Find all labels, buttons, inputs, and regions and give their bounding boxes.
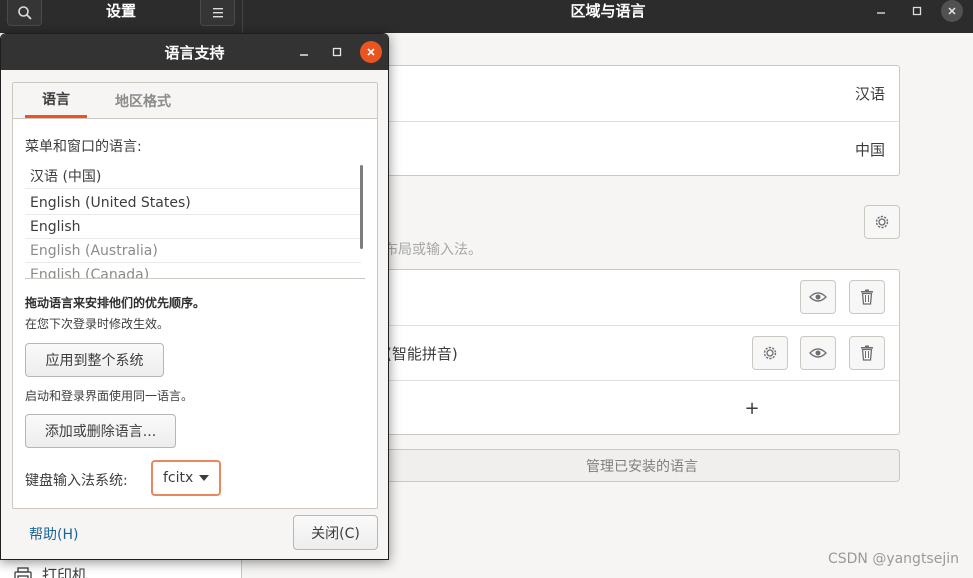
list-item[interactable]: English (United States): [25, 191, 361, 215]
list-item[interactable]: English (Australia): [25, 239, 361, 263]
tab-bar: 语言 地区格式: [13, 83, 377, 119]
eye-icon: [809, 348, 827, 358]
sidebar-item-label: 打印机: [42, 566, 88, 578]
settings-headerbar: 设置 区域与语言: [0, 0, 973, 33]
dialog-titlebar[interactable]: 语言支持: [1, 34, 388, 70]
tab-language[interactable]: 语言: [25, 83, 87, 118]
add-input-source-row[interactable]: +: [384, 381, 899, 435]
minimize-icon: [300, 54, 308, 56]
minimize-icon: [877, 12, 885, 14]
language-list[interactable]: 汉语 (中国) English (United States) English …: [25, 163, 365, 279]
trash-icon: [861, 345, 873, 361]
dialog-maximize-button[interactable]: [329, 44, 345, 60]
preview-layout-button[interactable]: [800, 280, 836, 314]
trash-icon: [861, 289, 873, 305]
language-row[interactable]: 汉语: [384, 66, 899, 121]
input-method-value: fcitx: [163, 470, 194, 486]
gear-icon: [875, 215, 889, 229]
install-remove-languages-button[interactable]: 添加或删除语言...: [25, 414, 176, 448]
formats-row[interactable]: 中国: [384, 122, 899, 176]
search-button[interactable]: [7, 0, 42, 26]
gear-icon: [763, 346, 777, 360]
close-icon: [367, 48, 375, 56]
input-sources-card: (智能拼音) +: [383, 269, 900, 435]
minimize-button[interactable]: [872, 2, 890, 20]
preview-layout-button[interactable]: [800, 336, 836, 370]
sidebar-item-printers[interactable]: 打印机: [14, 564, 87, 578]
remove-input-button[interactable]: [849, 280, 885, 314]
list-item[interactable]: English (Canada): [25, 263, 361, 278]
drag-order-hint: 拖动语言来安排他们的优先顺序。: [25, 296, 206, 310]
language-formats-card: 汉语 中国: [383, 65, 900, 176]
hamburger-icon: [212, 7, 223, 17]
menu-button[interactable]: [200, 0, 235, 26]
relogin-hint: 在您下次登录时修改生效。: [25, 317, 170, 331]
chevron-down-icon: [199, 475, 209, 481]
input-sources-hint: 布局或输入法。: [384, 242, 482, 258]
input-method-combo[interactable]: fcitx: [151, 460, 221, 496]
input-options-button[interactable]: [864, 205, 900, 239]
input-system-label: 键盘输入法系统:: [25, 473, 128, 489]
language-value: 汉语: [854, 85, 885, 103]
apply-system-wide-button[interactable]: 应用到整个系统: [25, 343, 164, 377]
watermark: CSDN @yangtsejin: [827, 551, 959, 567]
close-icon: [948, 7, 956, 15]
login-screen-hint: 启动和登录界面使用同一语言。: [25, 389, 194, 403]
input-source-row[interactable]: [384, 270, 899, 325]
printer-icon: [14, 566, 32, 578]
list-item[interactable]: 汉语 (中国): [25, 165, 361, 189]
tab-regional-formats[interactable]: 地区格式: [103, 83, 183, 118]
maximize-button[interactable]: [908, 2, 926, 20]
list-item[interactable]: English: [25, 215, 361, 239]
menus-language-label: 菜单和窗口的语言:: [25, 139, 142, 155]
dialog-close-button[interactable]: [360, 41, 382, 63]
input-source-row[interactable]: (智能拼音): [384, 326, 899, 380]
help-link[interactable]: 帮助(H): [29, 524, 78, 544]
close-window-button[interactable]: [941, 0, 963, 22]
manage-languages-button[interactable]: 管理已安装的语言: [384, 449, 900, 482]
remove-input-button[interactable]: [849, 336, 885, 370]
maximize-icon: [912, 6, 922, 16]
dialog-minimize-button[interactable]: [296, 44, 312, 60]
formats-value: 中国: [854, 140, 885, 159]
settings-window-title: 区域与语言: [570, 2, 646, 20]
close-button[interactable]: 关闭(C): [293, 515, 378, 550]
list-scrollbar[interactable]: [360, 165, 363, 249]
language-support-dialog: 语言支持 语言 地区格式 菜单和窗口的语言: 汉语 (中国) English (…: [0, 33, 389, 560]
settings-sidebar-title: 设置: [105, 2, 136, 20]
input-settings-button[interactable]: [752, 336, 788, 370]
dialog-notebook: 语言 地区格式 菜单和窗口的语言: 汉语 (中国) English (Unite…: [12, 82, 378, 509]
search-icon: [17, 5, 32, 20]
eye-icon: [809, 292, 827, 302]
input-source-label: (智能拼音): [386, 344, 458, 363]
add-icon: +: [744, 397, 760, 419]
maximize-icon: [332, 47, 342, 57]
